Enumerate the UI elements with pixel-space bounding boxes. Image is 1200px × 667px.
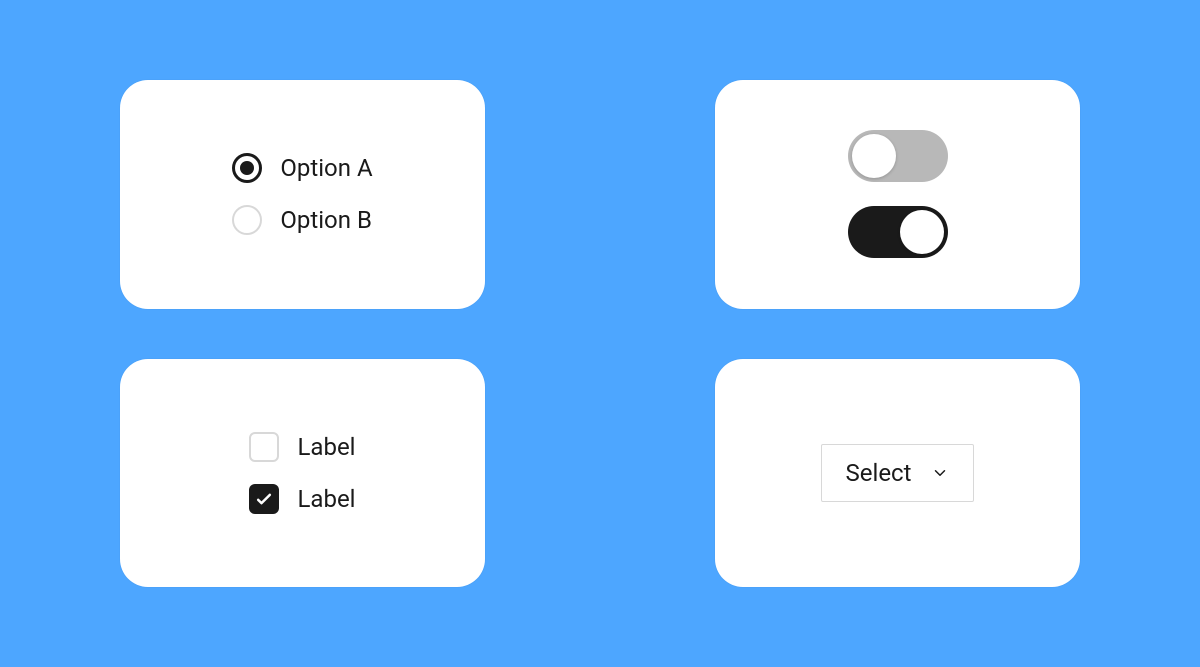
toggle-card [715,80,1080,309]
checkbox-label: Label [297,485,355,513]
checkbox-group: Label Label [249,432,355,514]
radio-dot-icon [240,161,254,175]
chevron-down-icon [931,464,949,482]
radio-option-b[interactable]: Option B [232,205,372,235]
select-dropdown[interactable]: Select [821,444,975,502]
checkbox-box-icon [249,484,279,514]
toggle-group [848,130,948,258]
checkbox-card: Label Label [120,359,485,588]
toggle-knob-icon [900,210,944,254]
toggle-switch-off[interactable] [848,130,948,182]
radio-label: Option B [280,206,372,234]
select-placeholder: Select [846,459,912,487]
radio-circle-icon [232,205,262,235]
radio-option-a[interactable]: Option A [232,153,372,183]
checkbox-label: Label [297,433,355,461]
select-card: Select [715,359,1080,588]
radio-card: Option A Option B [120,80,485,309]
checkbox-item-unchecked[interactable]: Label [249,432,355,462]
radio-label: Option A [280,154,372,182]
checkbox-box-icon [249,432,279,462]
radio-group: Option A Option B [232,153,372,235]
toggle-switch-on[interactable] [848,206,948,258]
check-icon [254,489,274,509]
toggle-knob-icon [852,134,896,178]
checkbox-item-checked[interactable]: Label [249,484,355,514]
radio-circle-icon [232,153,262,183]
